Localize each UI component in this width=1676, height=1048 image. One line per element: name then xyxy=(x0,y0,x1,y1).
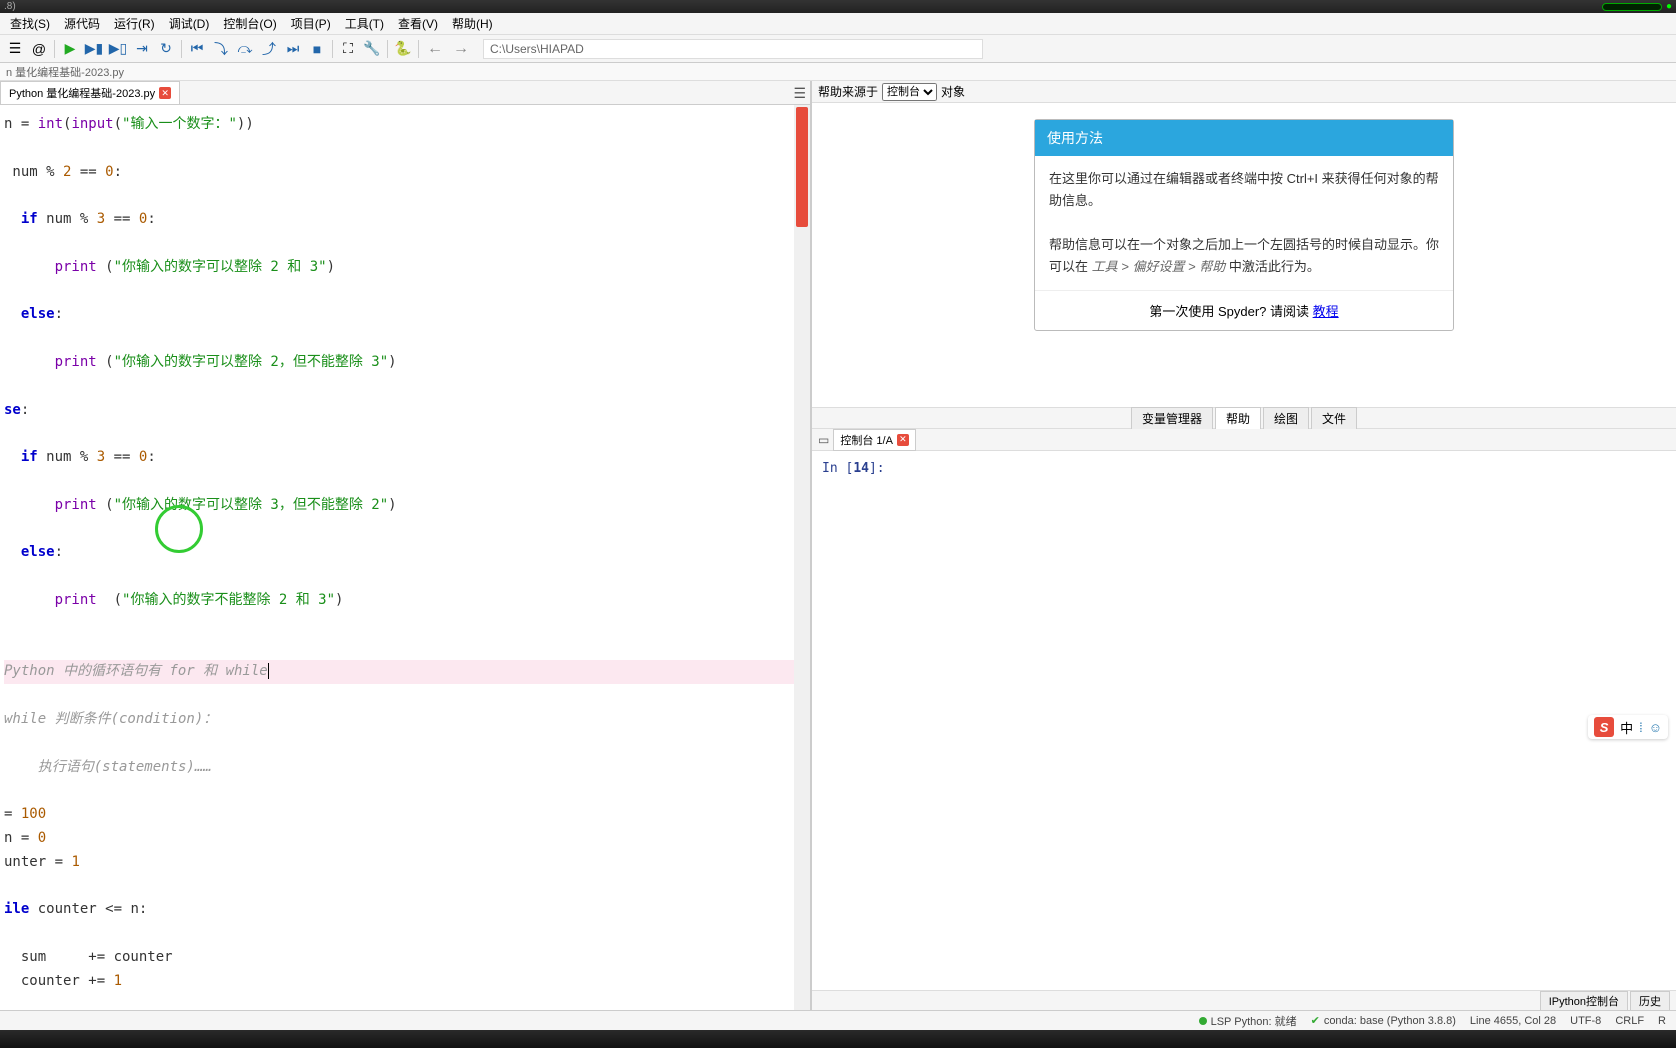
progress-indicator xyxy=(1602,3,1662,11)
nav-forward-icon[interactable]: → xyxy=(449,40,473,58)
pane-menu-icon[interactable]: ☰ xyxy=(793,85,806,102)
tab-files[interactable]: 文件 xyxy=(1311,407,1357,430)
status-encoding: UTF-8 xyxy=(1570,1015,1601,1027)
status-eol: CRLF xyxy=(1615,1015,1644,1027)
right-pane: 帮助来源于 控制台 对象 使用方法 在这里你可以通过在编辑器或者终端中按 Ctr… xyxy=(812,81,1676,1010)
debug-stop-icon[interactable]: ■ xyxy=(306,38,328,60)
title-dot: ● xyxy=(1666,1,1672,12)
menu-debug[interactable]: 调试(D) xyxy=(163,13,216,34)
help-source-select[interactable]: 控制台 xyxy=(882,83,937,101)
help-source-label: 帮助来源于 xyxy=(818,83,878,100)
ime-mode: 中 xyxy=(1620,718,1633,737)
close-icon[interactable]: ✕ xyxy=(897,434,909,446)
status-bar: LSP Python: 就绪 ✔conda: base (Python 3.8.… xyxy=(0,1010,1676,1030)
menu-tools[interactable]: 工具(T) xyxy=(339,13,390,34)
tab-history[interactable]: 历史 xyxy=(1630,991,1670,1011)
console-tab[interactable]: 控制台 1/A ✕ xyxy=(833,429,916,451)
console[interactable]: In [14]: xyxy=(812,451,1676,990)
code-editor[interactable]: n = int(input("输入一个数字：")) num % 2 == 0: … xyxy=(0,105,810,1010)
run-cell-advance-icon[interactable]: ▶▯ xyxy=(107,38,129,60)
help-card-title: 使用方法 xyxy=(1035,120,1453,156)
outline-icon[interactable]: ☰ xyxy=(4,38,26,60)
run-selection-icon[interactable]: ⇥ xyxy=(131,38,153,60)
at-icon[interactable]: @ xyxy=(28,38,50,60)
ime-indicator[interactable]: S 中 ⁞ ☺ xyxy=(1588,715,1668,739)
help-panel: 使用方法 在这里你可以通过在编辑器或者终端中按 Ctrl+I 来获得任何对象的帮… xyxy=(812,103,1676,407)
tutorial-link[interactable]: 教程 xyxy=(1313,304,1339,319)
status-position: Line 4655, Col 28 xyxy=(1470,1015,1556,1027)
tab-plots[interactable]: 绘图 xyxy=(1263,407,1309,430)
tab-label: Python 量化编程基础-2023.py xyxy=(9,85,155,101)
console-menu-icon[interactable]: ▭ xyxy=(818,433,829,447)
close-icon[interactable]: ✕ xyxy=(159,87,171,99)
tab-ipython[interactable]: IPython控制台 xyxy=(1540,991,1628,1011)
rerun-icon[interactable]: ↻ xyxy=(155,38,177,60)
ime-logo-icon: S xyxy=(1594,717,1614,737)
debug-out-icon[interactable]: ⤴ xyxy=(258,38,280,60)
nav-back-icon[interactable]: ← xyxy=(423,40,447,58)
help-object-label: 对象 xyxy=(941,83,965,100)
editor-scrollbar[interactable] xyxy=(794,105,810,1010)
menu-help[interactable]: 帮助(H) xyxy=(446,13,499,34)
current-line: Python 中的循环语句有 for 和 while xyxy=(4,660,806,684)
menu-project[interactable]: 项目(P) xyxy=(285,13,337,34)
tab-variable-explorer[interactable]: 变量管理器 xyxy=(1131,407,1213,430)
title-bar: .8) ● xyxy=(0,0,1676,13)
help-tabs: 变量管理器 帮助 绘图 文件 xyxy=(812,407,1676,429)
debug-step-icon[interactable]: ⏮ xyxy=(186,38,208,60)
ime-face-icon: ☺ xyxy=(1649,720,1662,735)
menu-run[interactable]: 运行(R) xyxy=(108,13,161,34)
console-bottom-tabs: IPython控制台 历史 xyxy=(812,990,1676,1010)
config-icon[interactable]: 🔧 xyxy=(361,38,383,60)
run-icon[interactable]: ▶ xyxy=(59,38,81,60)
status-lsp: LSP Python: 就绪 xyxy=(1199,1013,1297,1029)
title-text: .8) xyxy=(4,1,16,12)
debug-continue-icon[interactable]: ⏭ xyxy=(282,38,304,60)
maximize-icon[interactable]: ⛶ xyxy=(337,38,359,60)
taskbar xyxy=(0,1030,1676,1048)
tab-help[interactable]: 帮助 xyxy=(1215,407,1261,430)
python-icon[interactable]: 🐍 xyxy=(392,38,414,60)
status-rw: R xyxy=(1658,1015,1666,1027)
menu-view[interactable]: 查看(V) xyxy=(392,13,444,34)
run-cell-icon[interactable]: ▶▮ xyxy=(83,38,105,60)
menu-source[interactable]: 源代码 xyxy=(58,13,106,34)
help-p2: 帮助信息可以在一个对象之后加上一个左圆括号的时候自动显示。你可以在 工具 > 偏… xyxy=(1049,234,1439,278)
working-dir-input[interactable]: C:\Users\HIAPAD xyxy=(483,39,983,59)
debug-into-icon[interactable]: ⤵ xyxy=(210,38,232,60)
editor-tabs: Python 量化编程基础-2023.py ✕ ☰ xyxy=(0,81,810,105)
console-tabs: ▭ 控制台 1/A ✕ xyxy=(812,429,1676,451)
help-p1: 在这里你可以通过在编辑器或者终端中按 Ctrl+I 来获得任何对象的帮助信息。 xyxy=(1049,168,1439,212)
ime-comma-icon: ⁞ xyxy=(1639,720,1643,735)
menu-bar: 查找(S) 源代码 运行(R) 调试(D) 控制台(O) 项目(P) 工具(T)… xyxy=(0,13,1676,35)
breadcrumb: n 量化编程基础-2023.py xyxy=(0,63,1676,81)
editor-tab[interactable]: Python 量化编程基础-2023.py ✕ xyxy=(0,81,180,104)
menu-find[interactable]: 查找(S) xyxy=(4,13,56,34)
help-footer: 第一次使用 Spyder? 请阅读 教程 xyxy=(1035,290,1453,330)
toolbar: ☰ @ ▶ ▶▮ ▶▯ ⇥ ↻ ⏮ ⤵ ⤼ ⤴ ⏭ ■ ⛶ 🔧 🐍 ← → C:… xyxy=(0,35,1676,63)
help-header: 帮助来源于 控制台 对象 xyxy=(812,81,1676,103)
debug-over-icon[interactable]: ⤼ xyxy=(234,38,256,60)
editor-pane: Python 量化编程基础-2023.py ✕ ☰ n = int(input(… xyxy=(0,81,812,1010)
status-conda[interactable]: ✔conda: base (Python 3.8.8) xyxy=(1311,1014,1456,1027)
menu-console[interactable]: 控制台(O) xyxy=(217,13,282,34)
